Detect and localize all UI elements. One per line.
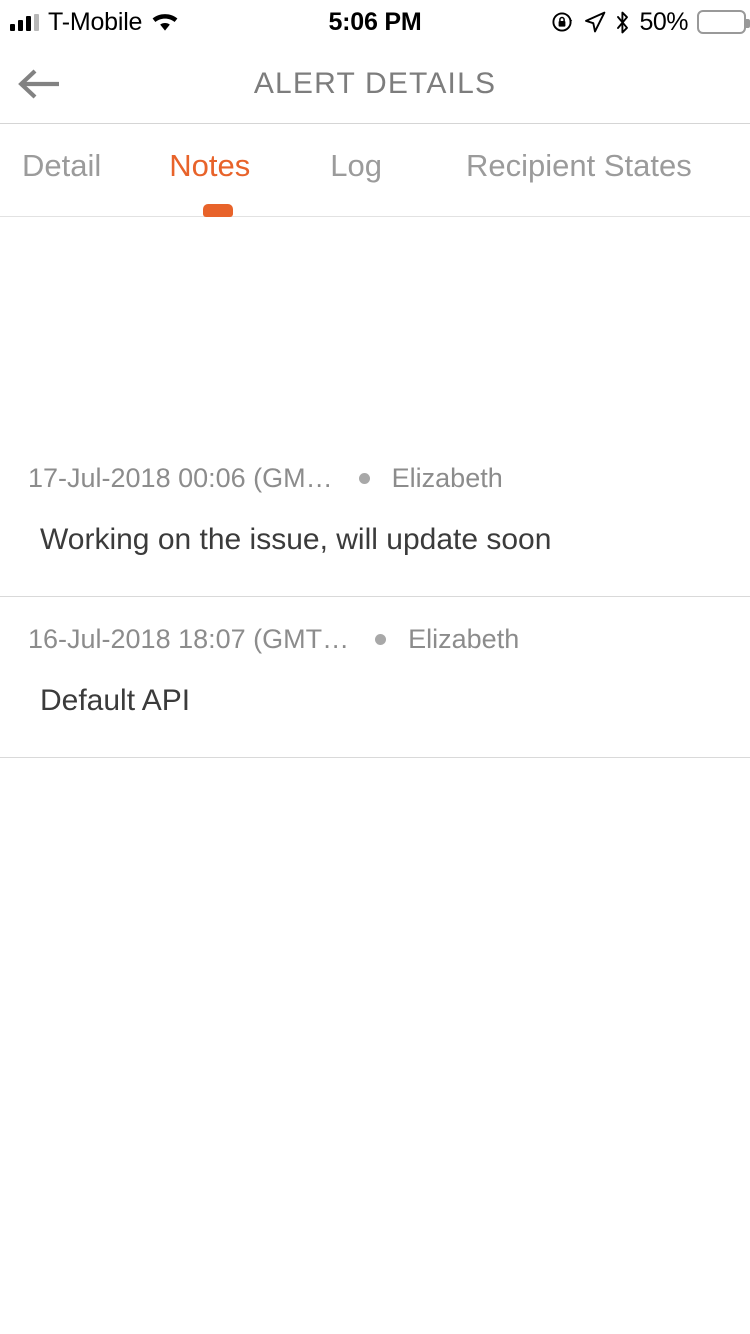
location-arrow-icon	[584, 11, 606, 33]
rotation-lock-icon	[551, 10, 575, 34]
app-screen: T-Mobile 5:06 PM 50% ALERT DETAILS Detai…	[0, 0, 750, 1334]
note-timestamp: 16-Jul-2018 18:07 (GMT…	[28, 624, 350, 654]
tab-bar: Detail Notes Log Recipient States	[0, 125, 750, 217]
notes-list: 17-Jul-2018 00:06 (GM… Elizabeth Working…	[0, 436, 750, 758]
note-body: Default API	[40, 684, 191, 717]
tab-detail[interactable]: Detail	[22, 127, 101, 201]
battery-icon	[697, 10, 750, 34]
note-author: Elizabeth	[408, 624, 520, 654]
note-list-item[interactable]: 17-Jul-2018 00:06 (GM… Elizabeth Working…	[0, 436, 750, 597]
active-tab-indicator	[203, 204, 233, 217]
separator-dot-icon	[375, 633, 387, 645]
note-meta: 17-Jul-2018 00:06 (GM… Elizabeth	[0, 456, 750, 500]
tab-recipient-states[interactable]: Recipient States	[466, 127, 692, 201]
page-title: ALERT DETAILS	[253, 67, 497, 100]
bluetooth-icon	[615, 11, 630, 34]
status-bar-right: 50%	[551, 7, 750, 36]
note-author: Elizabeth	[391, 463, 503, 493]
tab-log[interactable]: Log	[330, 127, 382, 201]
notes-content-area: 17-Jul-2018 00:06 (GM… Elizabeth Working…	[0, 218, 750, 1334]
tabs-row: Detail Notes Log Recipient States	[0, 125, 750, 203]
note-list-item[interactable]: 16-Jul-2018 18:07 (GMT… Elizabeth Defaul…	[0, 597, 750, 758]
tab-notes[interactable]: Notes	[169, 127, 250, 201]
note-timestamp: 17-Jul-2018 00:06 (GM…	[28, 463, 333, 493]
note-meta: 16-Jul-2018 18:07 (GMT… Elizabeth	[0, 617, 750, 661]
note-body: Working on the issue, will update soon	[40, 523, 552, 556]
battery-percent-label: 50%	[639, 7, 688, 36]
navigation-bar: ALERT DETAILS	[0, 44, 750, 124]
status-bar: T-Mobile 5:06 PM 50%	[0, 0, 750, 44]
separator-dot-icon	[358, 472, 370, 484]
